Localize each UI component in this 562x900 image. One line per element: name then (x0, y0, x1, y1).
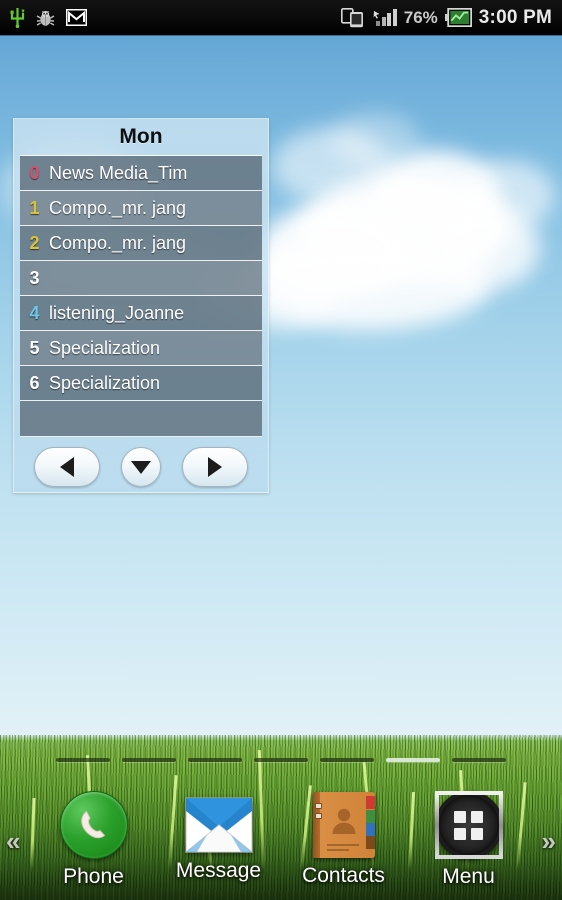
schedule-row-index: 4 (29, 302, 40, 323)
contacts-icon (312, 792, 375, 858)
page-dot (56, 758, 110, 762)
signal-bars-icon (373, 9, 397, 26)
page-dot (452, 758, 506, 762)
dock-label-message: Message (175, 859, 262, 882)
schedule-row-index: 2 (29, 232, 40, 253)
triangle-left-icon (60, 457, 75, 477)
dock-item-menu[interactable]: Menu (406, 791, 531, 889)
scroll-left-icon[interactable]: « (6, 826, 20, 857)
app-drawer-icon (434, 791, 503, 859)
dock-item-phone[interactable]: Phone (31, 791, 156, 889)
next-button[interactable] (181, 447, 248, 487)
widget-nav-bar (14, 437, 268, 497)
page-dot (188, 758, 242, 762)
dock-item-message[interactable]: Message (156, 797, 281, 883)
schedule-row[interactable]: 6 Specialization (20, 366, 262, 401)
schedule-widget[interactable]: Mon 0 News Media_Tim 1 Compo._mr. jang 2 Comp… (13, 118, 269, 493)
schedule-row-index: 5 (29, 337, 40, 358)
bug-icon (36, 9, 55, 27)
page-dot (320, 758, 374, 762)
gmail-icon (66, 9, 87, 26)
schedule-list[interactable]: 0 News Media_Tim 1 Compo._mr. jang 2 Compo._m… (20, 155, 262, 437)
schedule-row-label: Specialization (49, 337, 161, 358)
battery-percent: 76% (403, 7, 438, 27)
page-dot (254, 758, 308, 762)
schedule-row-label: Specialization (49, 372, 161, 393)
schedule-row[interactable]: 1 Compo._mr. jang (20, 191, 262, 226)
status-bar[interactable]: 76% 3:00 PM (0, 0, 562, 36)
schedule-row[interactable]: 2 Compo._mr. jang (20, 226, 262, 261)
down-button[interactable] (120, 447, 161, 487)
schedule-row-index: 0 (29, 162, 40, 183)
scroll-right-icon[interactable]: » (542, 826, 556, 857)
schedule-row[interactable]: 4 listening_Joanne (20, 296, 262, 331)
dock-label-contacts: Contacts (302, 864, 385, 887)
triangle-down-icon (130, 460, 151, 474)
android-home-screen: 76% 3:00 PM Mon 0 News Media_Tim 1 Compo._m… (0, 0, 562, 900)
schedule-row-label: News Media_Tim (49, 162, 188, 183)
schedule-row-label: listening_Joanne (49, 302, 185, 323)
schedule-row-index: 6 (29, 372, 40, 393)
page-indicator (0, 756, 562, 764)
dock-label-phone: Phone (63, 865, 124, 888)
clock: 3:00 PM (478, 6, 552, 28)
message-icon (184, 797, 253, 853)
schedule-row-index: 3 (29, 267, 40, 288)
screen-share-icon (341, 7, 366, 28)
schedule-row[interactable] (20, 401, 262, 437)
triangle-right-icon (207, 457, 222, 477)
prev-button[interactable] (34, 447, 101, 487)
schedule-row-label: Compo._mr. jang (49, 232, 187, 253)
schedule-row-label: Compo._mr. jang (49, 197, 187, 218)
page-dot (386, 758, 440, 762)
dock-label-menu: Menu (442, 865, 495, 888)
dock-item-contacts[interactable]: Contacts (281, 792, 406, 888)
schedule-row-index: 1 (29, 197, 40, 218)
widget-title: Mon (119, 125, 163, 148)
battery-icon (444, 8, 472, 27)
schedule-row[interactable]: 5 Specialization (20, 331, 262, 366)
phone-icon (59, 791, 128, 859)
usb-icon (10, 7, 25, 28)
dock: « Phone Message Contacts Menu » (0, 780, 562, 900)
schedule-row[interactable]: 3 (20, 261, 262, 296)
page-dot (122, 758, 176, 762)
schedule-row[interactable]: 0 News Media_Tim (20, 156, 262, 191)
